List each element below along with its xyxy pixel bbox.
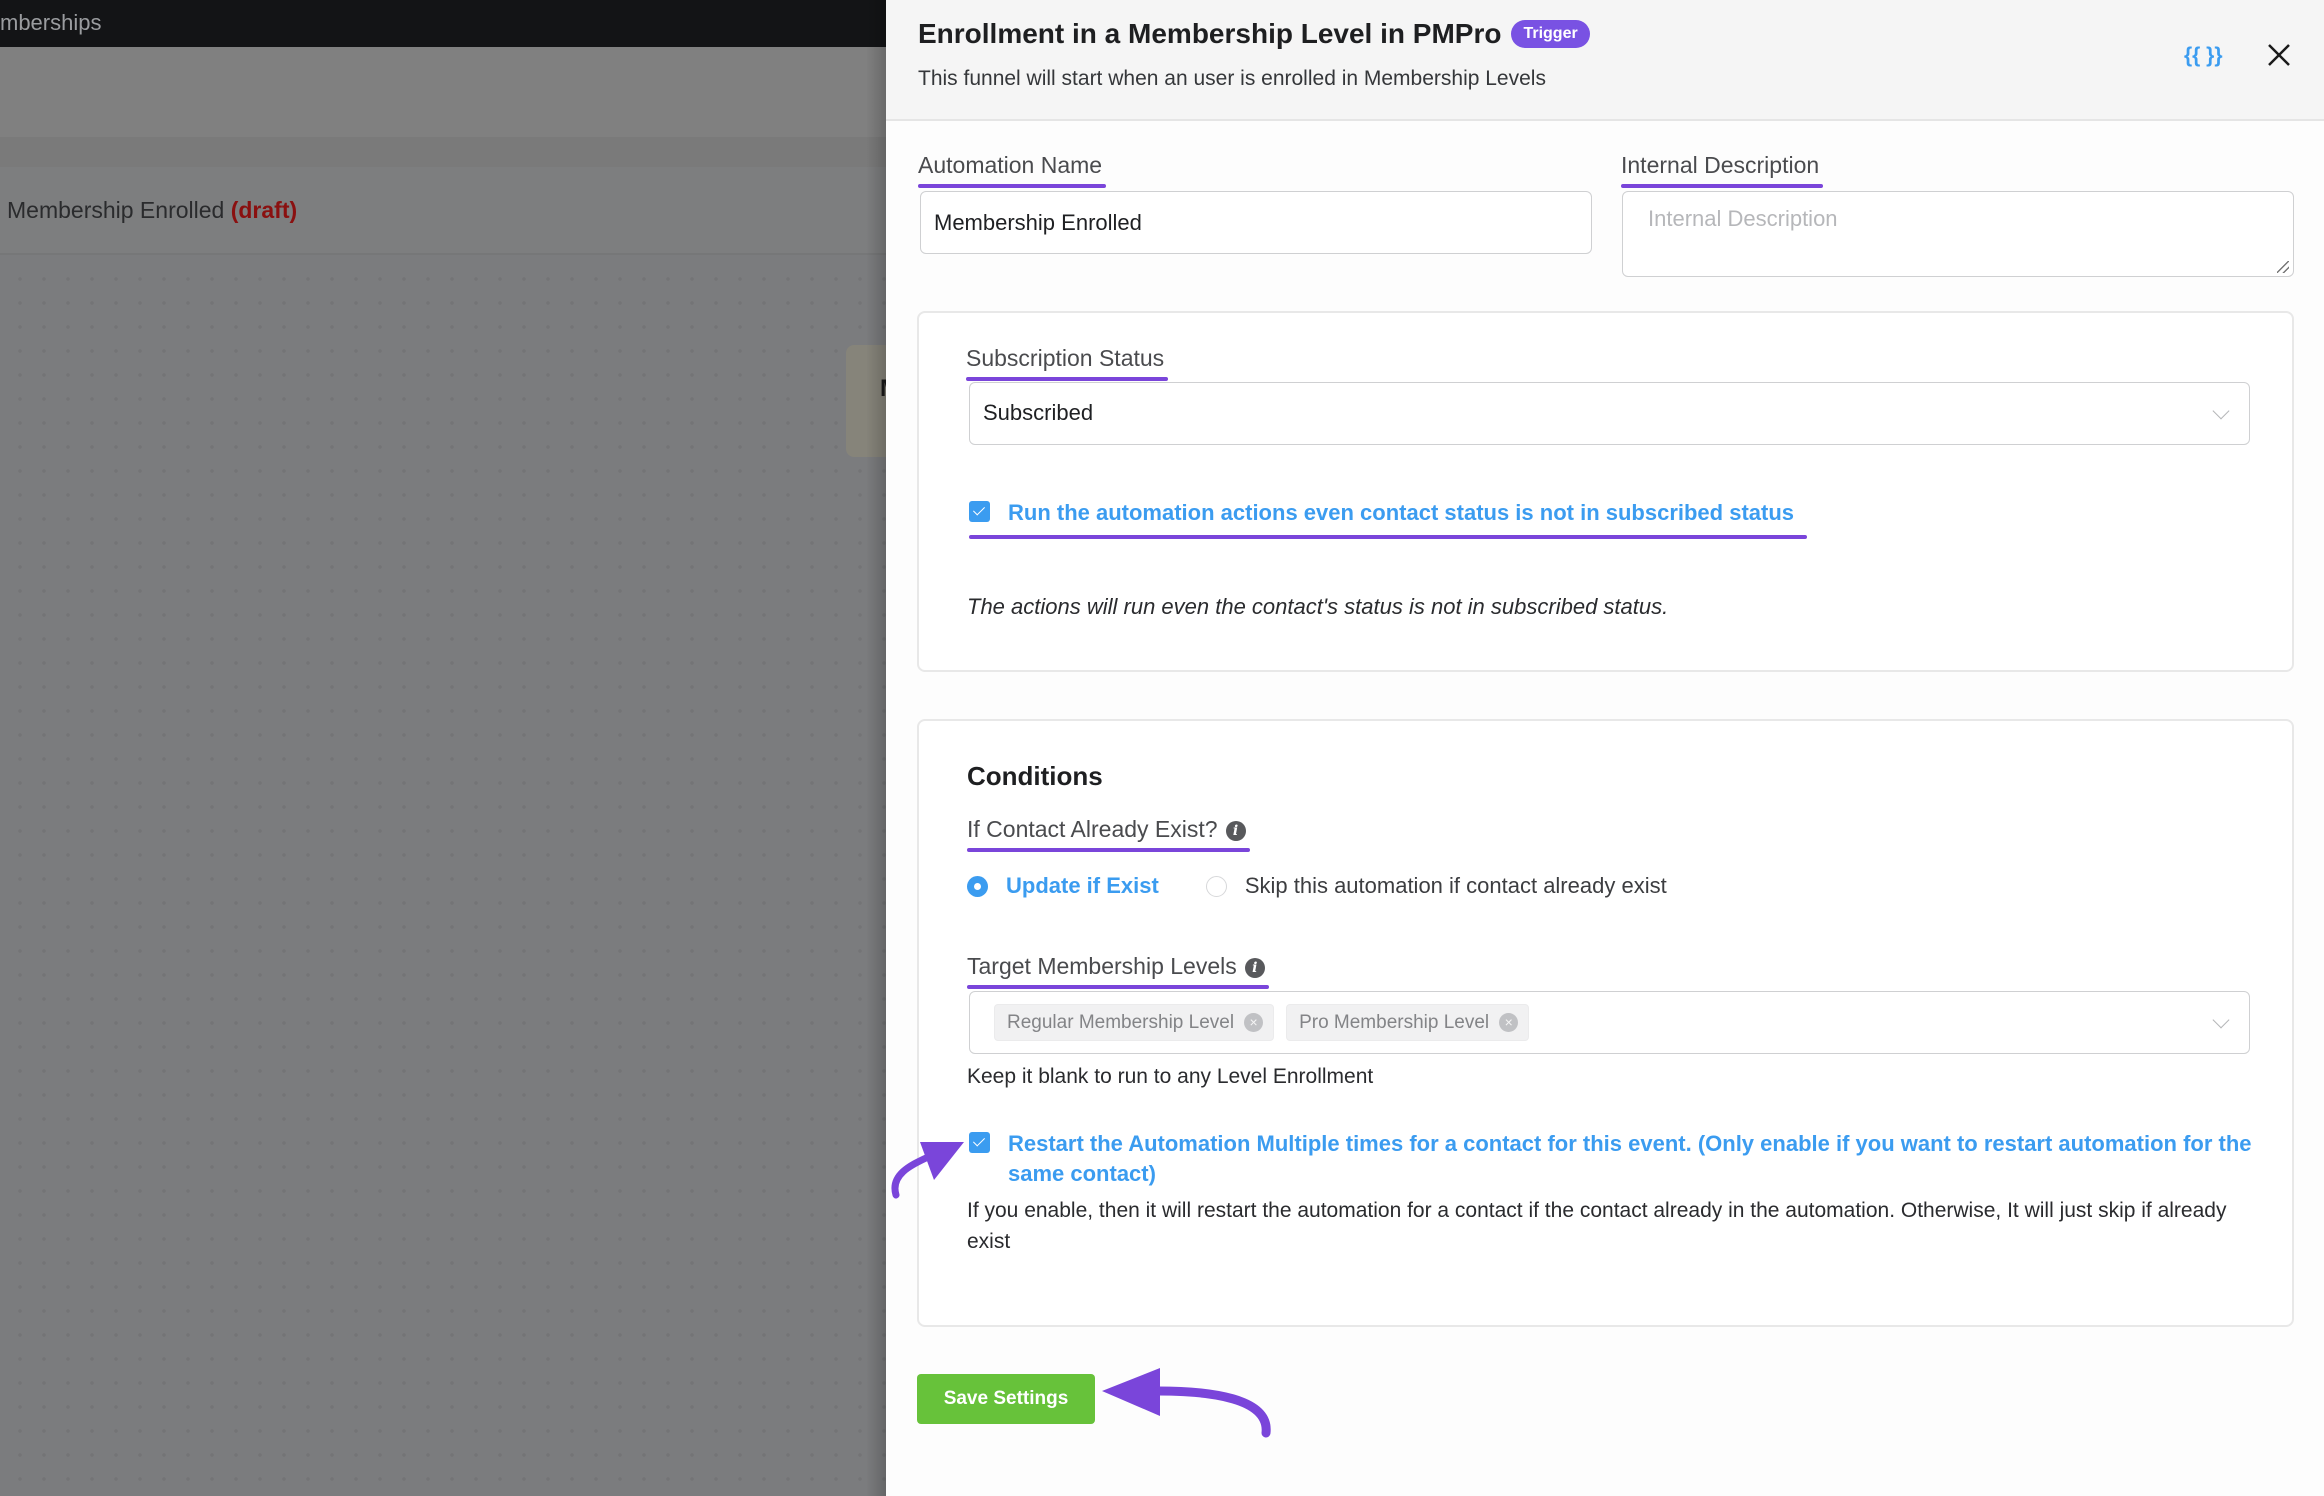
annotation-underline [969,535,1807,539]
drawer-header: Enrollment in a Membership Level in PMPr… [886,0,2324,121]
subscription-status-label: Subscription Status [966,345,1169,381]
target-membership-levels-select[interactable]: Regular Membership Level × Pro Membershi… [969,991,2250,1054]
internal-description-label-text: Internal Description [1621,152,1820,178]
annotation-arrow [1102,1368,1271,1438]
info-icon[interactable]: i [1244,958,1265,978]
resize-handle[interactable] [2277,261,2289,273]
radio-skip-if-exist-label[interactable]: Skip this automation if contact already … [1245,873,1667,899]
background-toolbar [0,47,886,137]
subscription-card: Subscription Status Subscribed Run the a… [917,311,2294,672]
run-anyway-checkbox[interactable] [969,501,990,522]
drawer-title-text: Enrollment in a Membership Level in PMPr… [918,18,1502,49]
run-anyway-label[interactable]: Run the automation actions even contact … [1008,498,1794,528]
annotation-arrow [891,1142,964,1199]
remove-tag-icon[interactable]: × [1499,1013,1519,1032]
internal-description-textarea[interactable]: Internal Description [1622,191,2294,277]
annotation-underline [918,184,1107,188]
chevron-down-icon [2212,402,2230,419]
annotation-underline [967,985,1269,989]
restart-help: If you enable, then it will restart the … [967,1199,2227,1253]
internal-description-label: Internal Description [1621,152,1824,188]
subscription-status-value: Subscribed [983,400,1094,425]
automation-name-label: Automation Name [918,152,1107,188]
automation-title-row: Membership Enrolled (draft) [0,167,886,255]
draft-status: (draft) [230,197,298,223]
restart-checkbox-row[interactable]: Restart the Automation Multiple times fo… [969,1129,2259,1189]
radio-update-if-exist[interactable] [967,875,988,897]
subscription-note: The actions will run even the contact's … [967,594,1669,619]
breadcrumb: mberships [0,10,102,35]
tag-pro-membership-level: Pro Membership Level × [1286,1004,1530,1041]
automation-title: Membership Enrolled (draft) [7,197,297,224]
top-admin-bar: mberships [0,0,886,47]
target-levels-help: Keep it blank to run to any Level Enroll… [967,1065,1374,1088]
workflow-canvas [0,257,886,1496]
tag-label: Regular Membership Level [1007,1011,1235,1033]
drawer-title: Enrollment in a Membership Level in PMPr… [918,18,1590,50]
subscription-status-select[interactable]: Subscribed [969,382,2250,445]
if-contact-exists-label: If Contact Already Exist? i [967,816,1250,852]
radio-update-if-exist-label[interactable]: Update if Exist [1006,873,1159,899]
trigger-badge: Trigger [1511,20,1590,48]
internal-description-placeholder: Internal Description [1648,206,1838,231]
drawer-subtitle: This funnel will start when an user is e… [918,67,1546,90]
target-membership-levels-label: Target Membership Levels i [967,953,1269,989]
restart-label[interactable]: Restart the Automation Multiple times fo… [1008,1129,2259,1189]
tag-label: Pro Membership Level [1299,1011,1490,1033]
conditions-heading: Conditions [967,761,1103,791]
automation-title-text: Membership Enrolled [7,197,225,223]
info-icon[interactable]: i [1225,821,1246,841]
drawer-shadow [866,0,886,1496]
chevron-down-icon [2212,1011,2230,1028]
annotation-underline [966,377,1169,381]
remove-tag-icon[interactable]: × [1244,1013,1264,1032]
shortcode-icon[interactable]: {{ }} [2184,44,2223,68]
tag-regular-membership-level: Regular Membership Level × [994,1004,1275,1041]
automation-name-label-text: Automation Name [918,152,1103,178]
background-subbar [0,137,886,167]
run-anyway-checkbox-row[interactable]: Run the automation actions even contact … [969,498,1794,528]
selected-tags: Regular Membership Level × Pro Membershi… [994,1004,1541,1041]
trigger-settings-drawer: Enrollment in a Membership Level in PMPr… [886,0,2324,1496]
annotation-underline [967,848,1250,852]
annotation-underline [1621,184,1824,188]
radio-skip-if-exist[interactable] [1205,875,1227,897]
conditions-card: Conditions If Contact Already Exist? i Up… [917,719,2294,1327]
if-contact-exists-label-text: If Contact Already Exist? [967,816,1218,842]
target-membership-levels-label-text: Target Membership Levels [967,953,1237,979]
close-icon[interactable] [2264,40,2294,70]
automation-name-input[interactable]: Membership Enrolled [920,191,1592,254]
save-settings-button[interactable]: Save Settings [917,1374,1095,1424]
subscription-status-label-text: Subscription Status [966,345,1165,371]
if-exists-radio-group: Update if Exist Skip this automation if … [967,873,1667,899]
background-app: mberships Membership Enrolled (draft) M [0,0,886,1496]
